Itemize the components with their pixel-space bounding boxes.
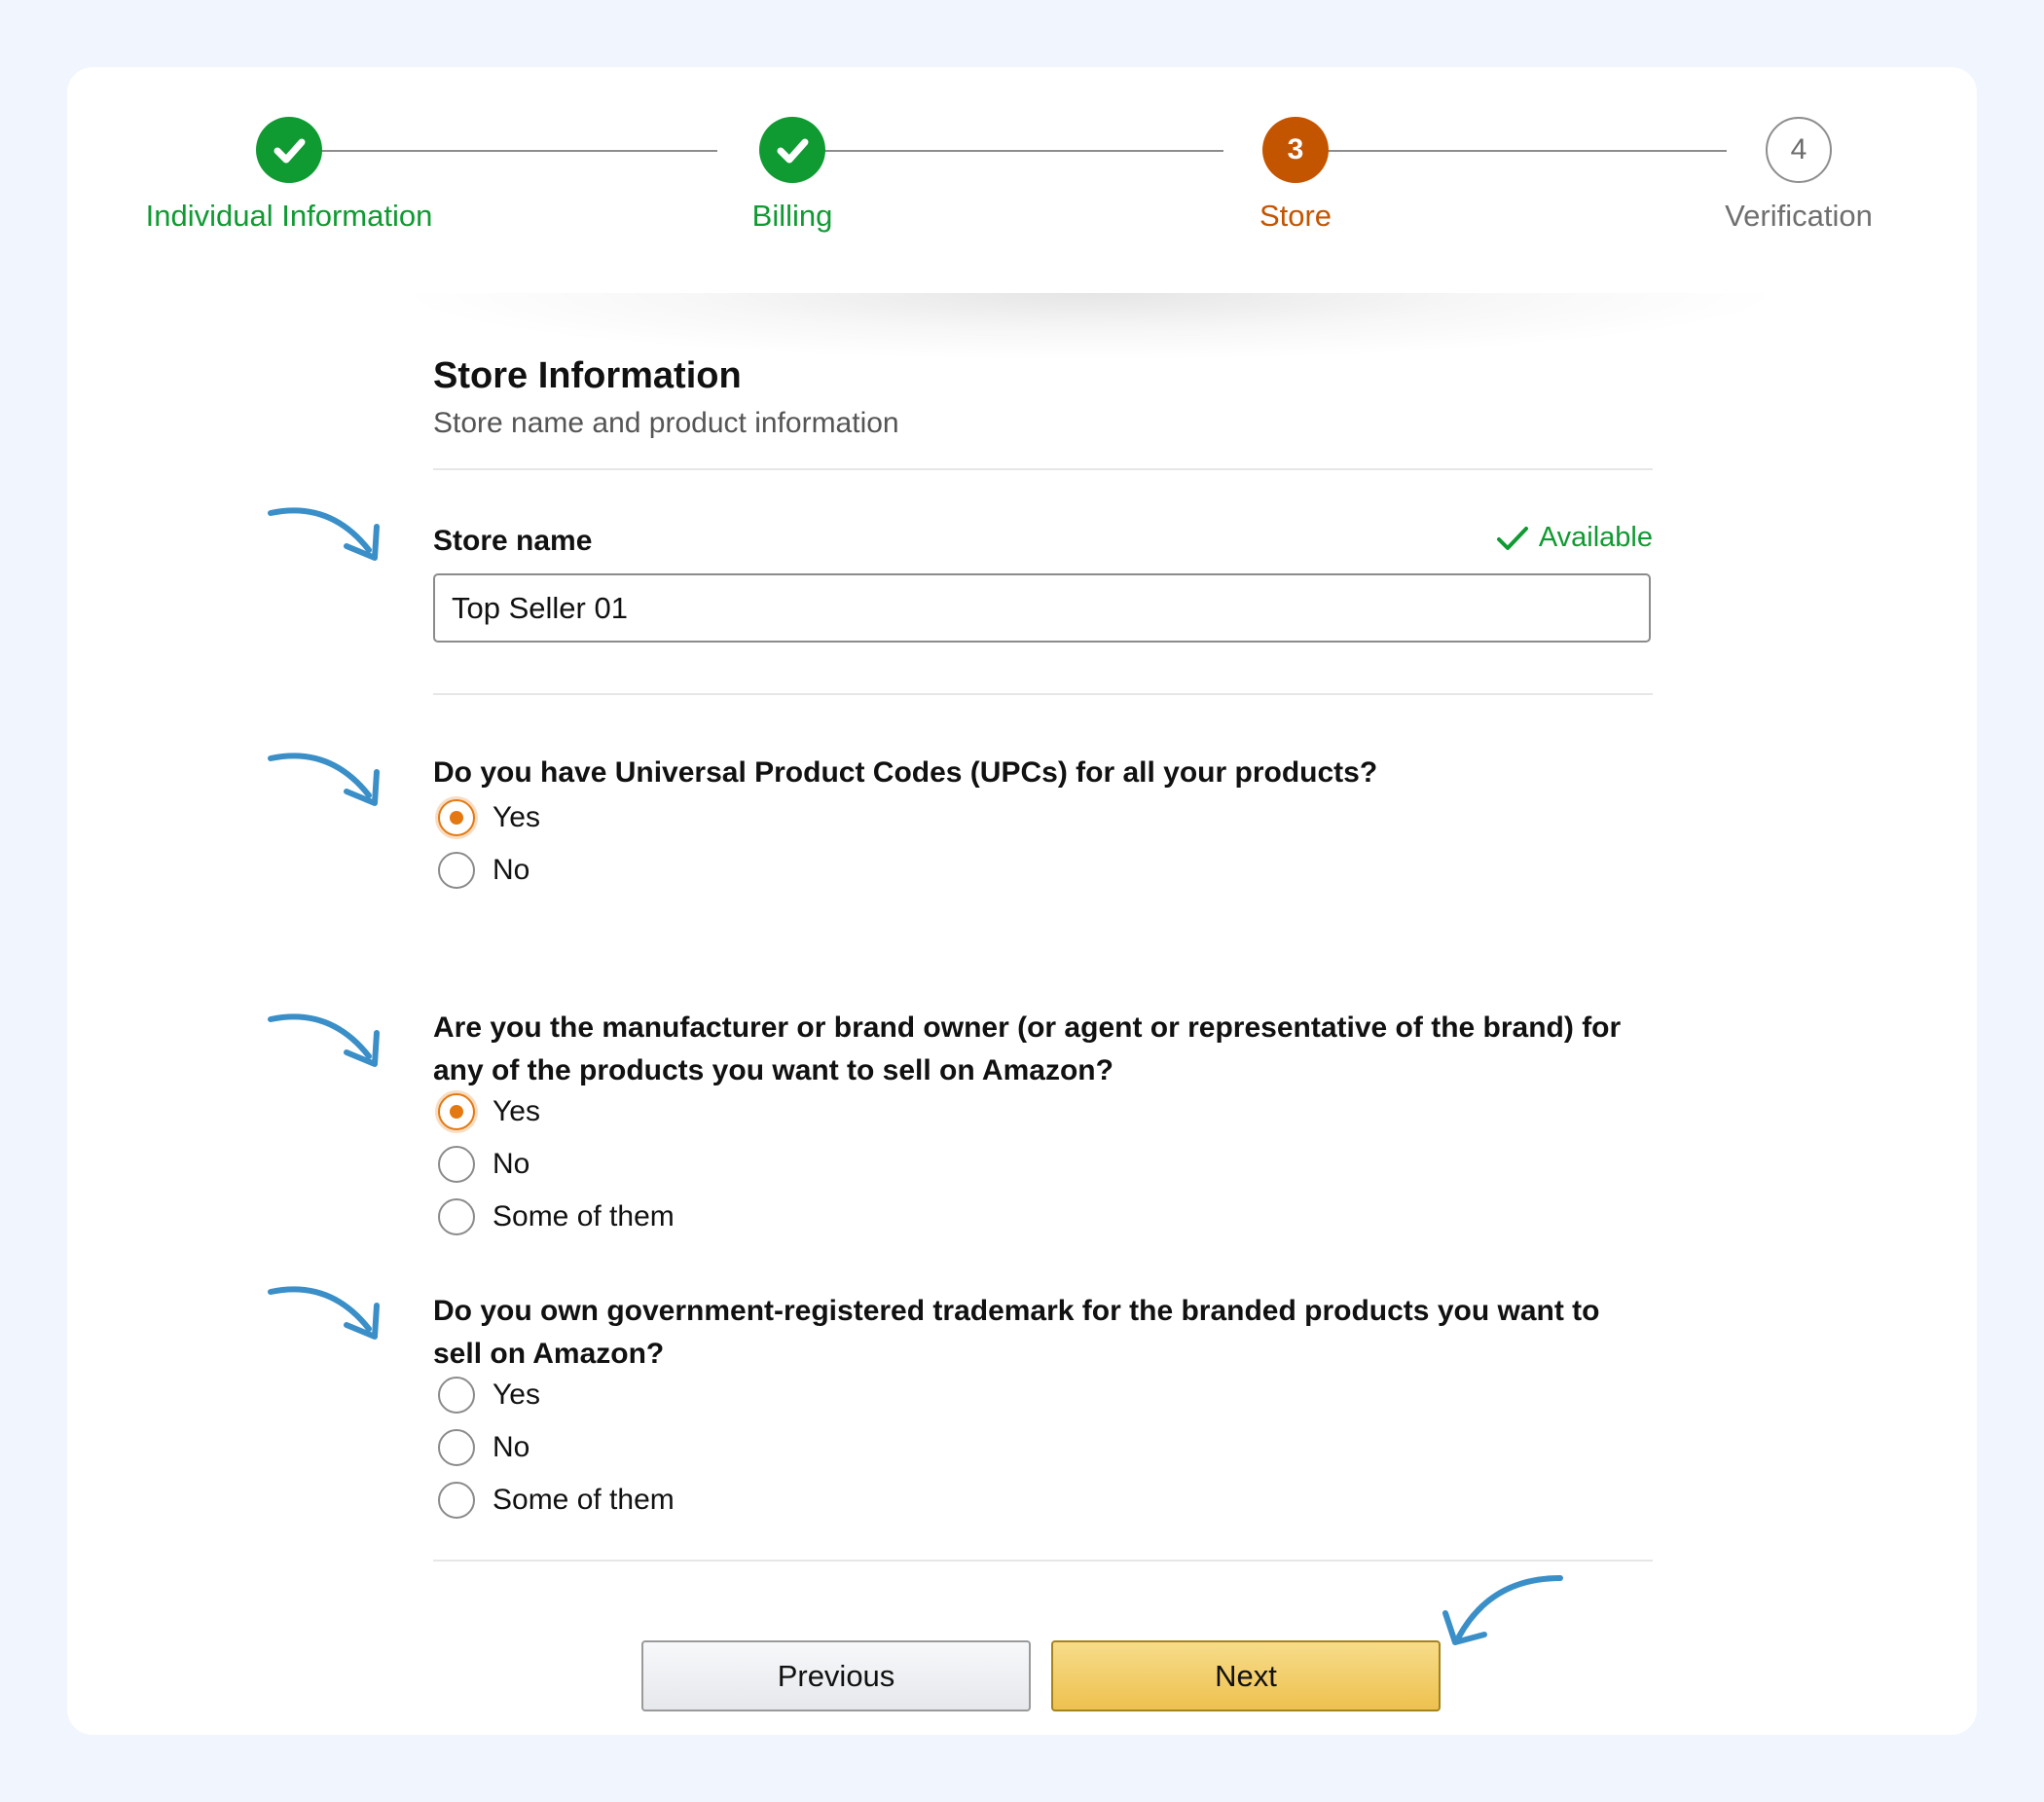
availability-text: Available bbox=[1538, 522, 1653, 553]
radio-button[interactable] bbox=[438, 1146, 475, 1183]
radio-button[interactable] bbox=[438, 1198, 475, 1235]
brand-owner-radio-group: Yes No Some of them bbox=[438, 1085, 675, 1243]
step-complete-checkmark-icon bbox=[256, 117, 322, 183]
radio-label: No bbox=[493, 1148, 530, 1180]
next-button[interactable]: Next bbox=[1051, 1640, 1441, 1711]
brand-owner-option-no[interactable]: No bbox=[438, 1138, 675, 1191]
trademark-option-yes[interactable]: Yes bbox=[438, 1369, 675, 1421]
radio-button[interactable] bbox=[438, 1377, 475, 1414]
trademark-option-some[interactable]: Some of them bbox=[438, 1474, 675, 1526]
step-complete-checkmark-icon bbox=[759, 117, 825, 183]
brand-owner-question: Are you the manufacturer or brand owner … bbox=[433, 1011, 1622, 1086]
trademark-option-no[interactable]: No bbox=[438, 1421, 675, 1474]
trademark-question: Do you own government-registered tradema… bbox=[433, 1295, 1600, 1370]
radio-label: Yes bbox=[493, 801, 540, 833]
divider bbox=[433, 1560, 1653, 1562]
radio-label: Yes bbox=[493, 1379, 540, 1411]
radio-label: No bbox=[493, 854, 530, 886]
upc-radio-group: Yes No bbox=[438, 791, 540, 897]
curved-arrow-icon bbox=[268, 1013, 380, 1067]
availability-status: Available bbox=[1496, 522, 1653, 554]
radio-button[interactable] bbox=[438, 1093, 475, 1130]
upc-option-no[interactable]: No bbox=[438, 844, 540, 897]
step-billing[interactable]: Billing bbox=[588, 117, 997, 234]
curved-arrow-icon bbox=[1442, 1575, 1563, 1645]
radio-button[interactable] bbox=[438, 1429, 475, 1466]
radio-label: No bbox=[493, 1431, 530, 1463]
step-store: 3 Store bbox=[1091, 117, 1500, 234]
step-label: Store bbox=[1259, 199, 1332, 233]
store-name-label: Store name bbox=[433, 525, 593, 557]
curved-arrow-icon bbox=[268, 753, 380, 806]
step-label: Verification bbox=[1725, 199, 1873, 233]
radio-button[interactable] bbox=[438, 799, 475, 836]
radio-label: Some of them bbox=[493, 1200, 675, 1232]
step-label: Individual Information bbox=[145, 199, 433, 233]
section-subtitle: Store name and product information bbox=[433, 407, 899, 439]
trademark-radio-group: Yes No Some of them bbox=[438, 1369, 675, 1526]
step-number: 4 bbox=[1766, 117, 1832, 183]
store-name-input[interactable] bbox=[433, 573, 1651, 643]
step-verification: 4 Verification bbox=[1594, 117, 2003, 234]
curved-arrow-icon bbox=[268, 1286, 380, 1340]
upc-option-yes[interactable]: Yes bbox=[438, 791, 540, 844]
step-label: Billing bbox=[751, 199, 833, 233]
step-individual-information[interactable]: Individual Information bbox=[85, 117, 493, 234]
divider bbox=[433, 693, 1653, 695]
brand-owner-option-yes[interactable]: Yes bbox=[438, 1085, 675, 1138]
checkmark-icon bbox=[1496, 526, 1528, 550]
step-number: 3 bbox=[1262, 117, 1329, 183]
radio-button[interactable] bbox=[438, 1482, 475, 1519]
section-title: Store Information bbox=[433, 355, 742, 396]
brand-owner-option-some[interactable]: Some of them bbox=[438, 1191, 675, 1243]
radio-label: Some of them bbox=[493, 1484, 675, 1516]
progress-stepper: Individual Information Billing 3 Store 4… bbox=[67, 67, 1977, 361]
upc-question: Do you have Universal Product Codes (UPC… bbox=[433, 756, 1378, 789]
curved-arrow-icon bbox=[268, 507, 380, 561]
registration-card: Individual Information Billing 3 Store 4… bbox=[67, 67, 1977, 1735]
divider bbox=[433, 468, 1653, 470]
radio-label: Yes bbox=[493, 1095, 540, 1127]
stepper-shadow bbox=[388, 293, 1790, 361]
previous-button[interactable]: Previous bbox=[641, 1640, 1031, 1711]
radio-button[interactable] bbox=[438, 852, 475, 889]
